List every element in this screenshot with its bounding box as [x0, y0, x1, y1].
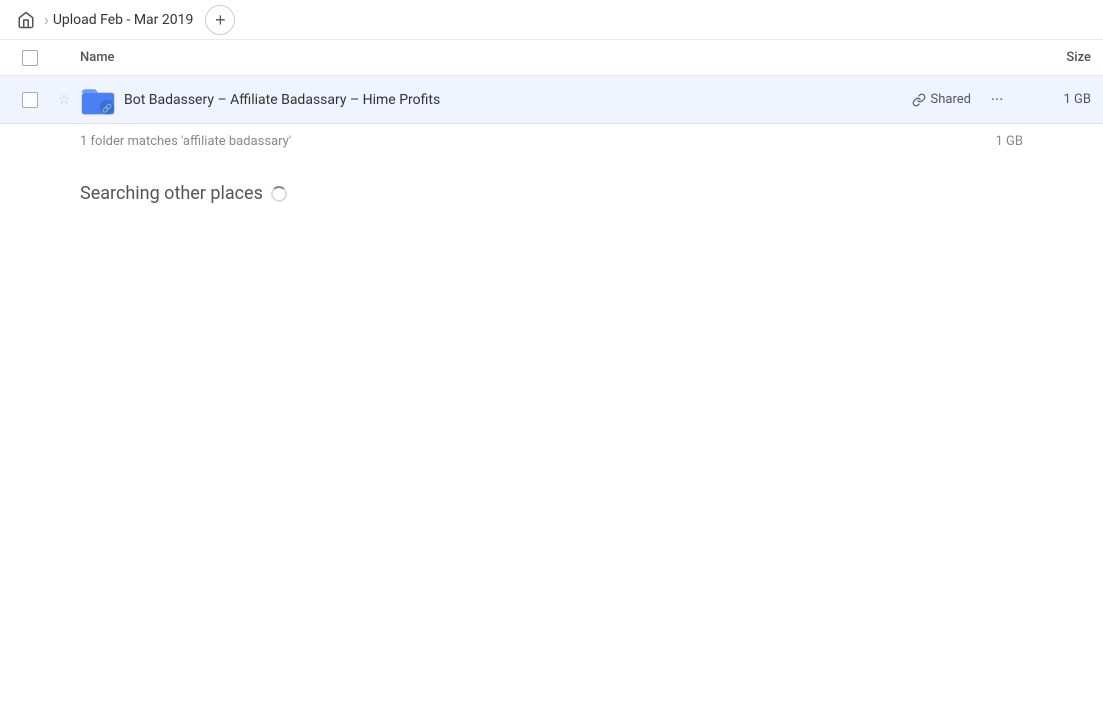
breadcrumb-title: Upload Feb - Mar 2019 — [53, 12, 194, 28]
match-info: 1 folder matches 'affiliate badassary' 1… — [0, 124, 1103, 159]
select-all-checkbox-container[interactable] — [12, 50, 48, 66]
file-row[interactable]: ☆ 🔗 Bot Badassery – Affiliate Badassary … — [0, 76, 1103, 124]
size-column-header: Size — [1011, 50, 1091, 65]
star-button[interactable]: ☆ — [48, 92, 80, 108]
column-header: Name Size — [0, 40, 1103, 76]
star-icon: ☆ — [58, 92, 71, 108]
shared-label: Shared — [931, 92, 971, 107]
breadcrumb-separator: › — [44, 10, 49, 29]
searching-label: Searching other places — [80, 183, 263, 204]
row-actions: Shared ··· — [912, 86, 1011, 114]
folder-icon: 🔗 — [80, 82, 116, 118]
match-info-text: 1 folder matches 'affiliate badassary' — [80, 134, 291, 149]
match-info-size: 1 GB — [996, 134, 1024, 149]
svg-text:🔗: 🔗 — [102, 102, 112, 113]
row-checkbox-container[interactable] — [12, 92, 48, 108]
more-options-button[interactable]: ··· — [983, 86, 1011, 114]
breadcrumb-bar: › Upload Feb - Mar 2019 + — [0, 0, 1103, 40]
row-checkbox[interactable] — [22, 92, 38, 108]
file-name-text: Bot Badassery – Affiliate Badassary – Hi… — [124, 92, 440, 108]
add-button[interactable]: + — [205, 5, 235, 35]
link-icon — [912, 93, 926, 107]
name-column-header: Name — [80, 50, 1011, 65]
loading-spinner — [271, 186, 287, 202]
shared-badge: Shared — [912, 92, 971, 107]
select-all-checkbox[interactable] — [22, 50, 38, 66]
searching-section: Searching other places — [0, 159, 1103, 228]
home-button[interactable] — [12, 6, 40, 34]
more-icon: ··· — [991, 90, 1004, 109]
file-size: 1 GB — [1011, 92, 1091, 107]
folder-icon-container: 🔗 — [80, 82, 116, 118]
file-name: Bot Badassery – Affiliate Badassary – Hi… — [124, 92, 912, 108]
